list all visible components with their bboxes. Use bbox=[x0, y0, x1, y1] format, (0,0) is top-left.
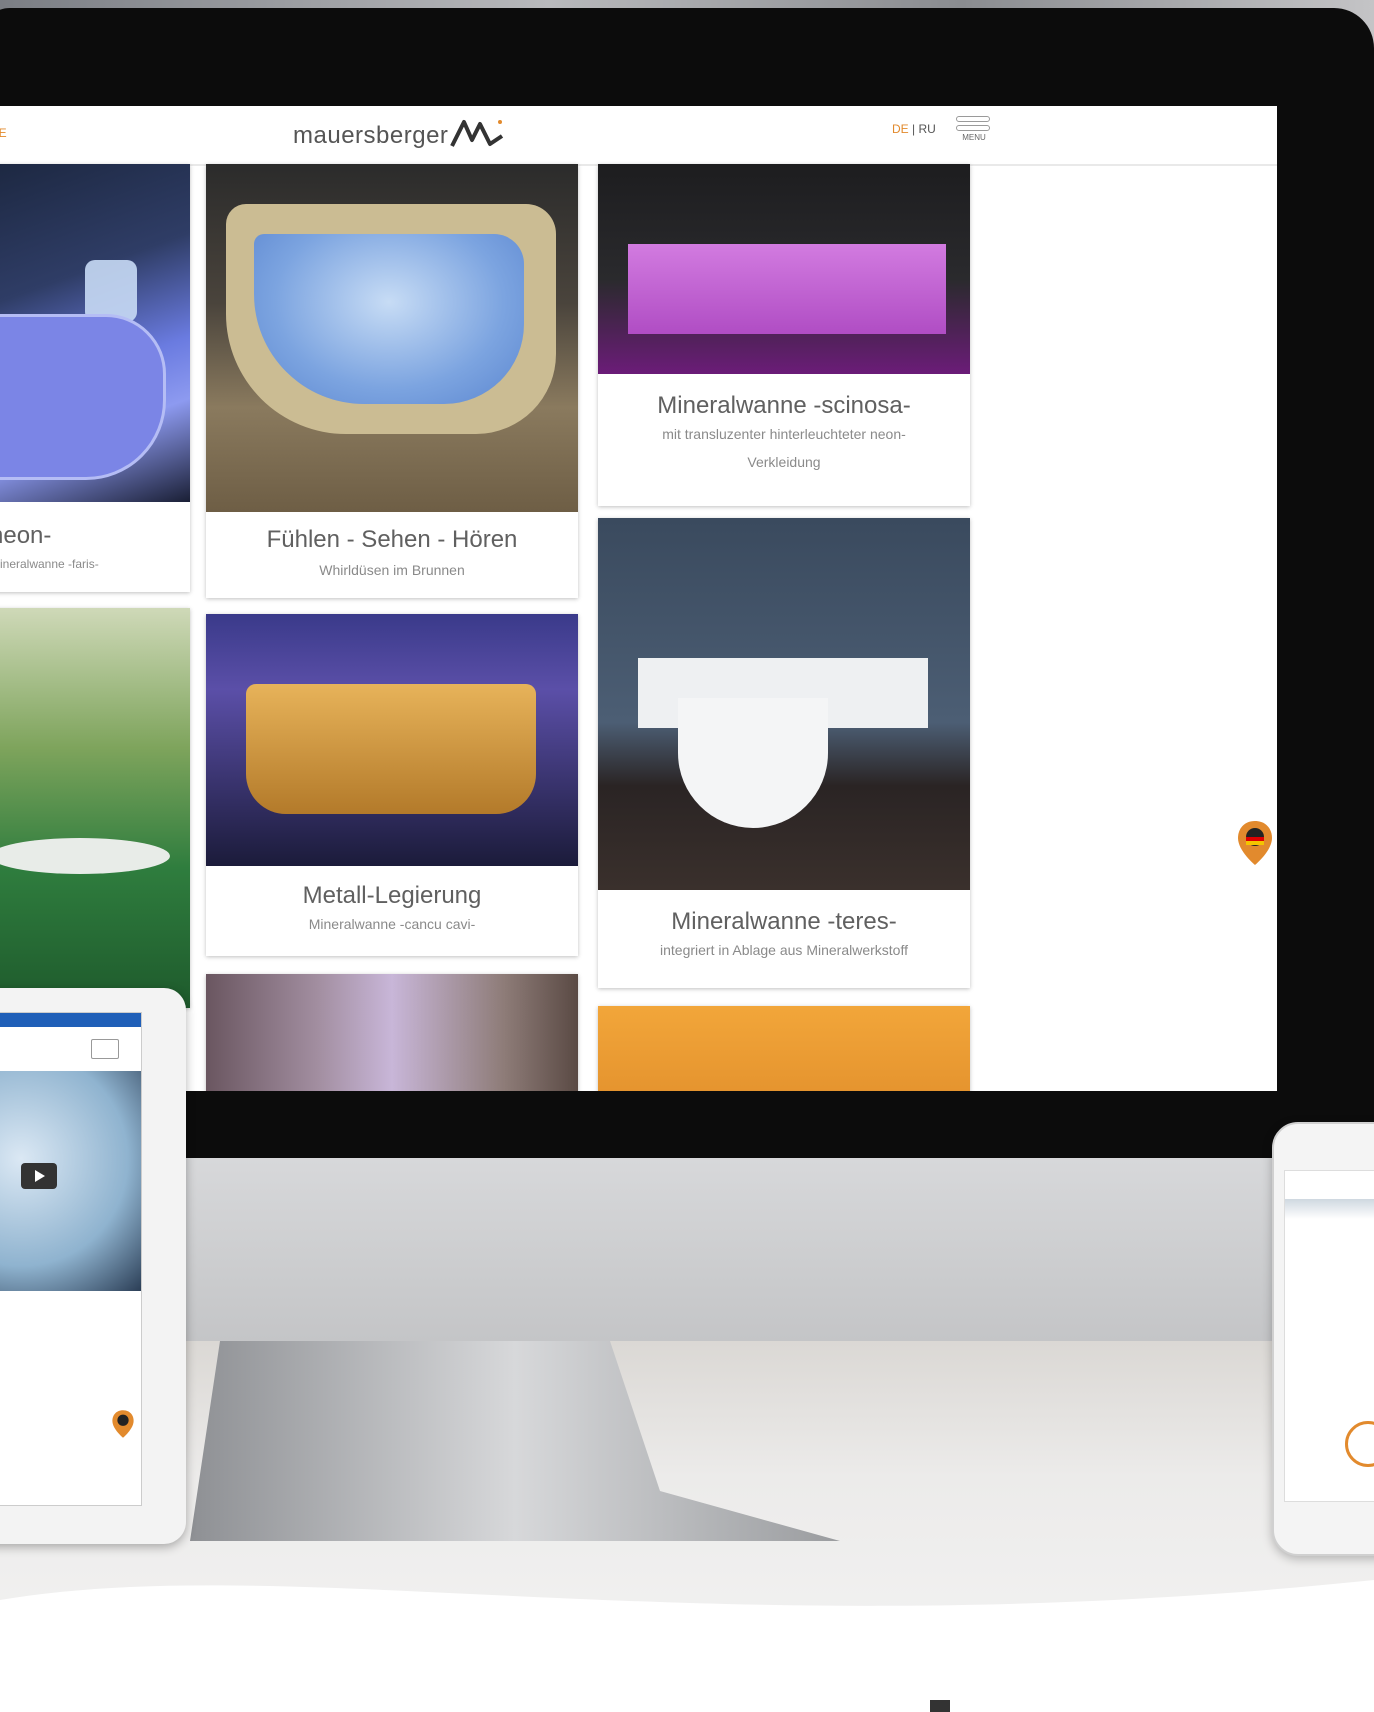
lang-link-left[interactable]: DE bbox=[0, 126, 7, 140]
location-pin-icon[interactable] bbox=[1236, 819, 1274, 867]
product-card-sunset[interactable] bbox=[598, 1006, 970, 1091]
monitor-chin bbox=[0, 1158, 1374, 1341]
tablet-menu-icon[interactable] bbox=[91, 1039, 119, 1059]
card-title: Mineralwanne -scinosa- bbox=[657, 392, 911, 419]
lang-separator: | bbox=[912, 122, 916, 136]
phone-banner bbox=[1285, 1199, 1374, 1219]
product-image-metall bbox=[206, 614, 578, 866]
tablet-header bbox=[0, 1027, 141, 1072]
product-image-teres bbox=[598, 518, 970, 890]
product-card-metall[interactable]: Metall-Legierung Mineralwanne -cancu cav… bbox=[206, 614, 578, 956]
card-title: neon- bbox=[0, 522, 52, 549]
phone-header bbox=[1285, 1171, 1374, 1200]
product-card-whirl[interactable]: Fühlen - Sehen - Hören Whirldüsen im Bru… bbox=[206, 164, 578, 598]
phone-screen bbox=[1284, 1170, 1374, 1502]
language-switch: DE | RU bbox=[892, 122, 936, 136]
product-image-jungle bbox=[0, 608, 190, 1008]
tablet-device bbox=[0, 988, 186, 1544]
website-screen: DE mauersberger DE | RU MENU n bbox=[0, 106, 1277, 1091]
location-pin-icon[interactable] bbox=[111, 1409, 135, 1439]
product-image-sunset bbox=[598, 1006, 970, 1091]
monitor: DE mauersberger DE | RU MENU n bbox=[0, 8, 1374, 1163]
menu-icon-bar bbox=[956, 125, 990, 131]
site-header: DE mauersberger DE | RU MENU bbox=[0, 106, 1277, 166]
card-subtitle: Whirldüsen im Brunnen bbox=[319, 562, 465, 578]
card-title: Fühlen - Sehen - Hören bbox=[266, 526, 518, 553]
product-card-teres[interactable]: Mineralwanne -teres- integriert in Ablag… bbox=[598, 518, 970, 988]
lang-ru-link[interactable]: RU bbox=[918, 122, 935, 136]
card-title: Mineralwanne -teres- bbox=[671, 908, 897, 935]
product-card-faris[interactable]: neon- Mineralwanne -faris- bbox=[0, 164, 190, 592]
product-card-jungle[interactable] bbox=[0, 608, 190, 1008]
tablet-screen bbox=[0, 1012, 142, 1506]
menu-label: MENU bbox=[962, 133, 986, 142]
product-image-scinosa bbox=[598, 164, 970, 374]
phone-device bbox=[1272, 1122, 1374, 1556]
product-card-scinosa[interactable]: Mineralwanne -scinosa- mit transluzenter… bbox=[598, 164, 970, 506]
tablet-video[interactable] bbox=[0, 1071, 141, 1291]
lang-de-link[interactable]: DE bbox=[892, 122, 909, 136]
card-title: Metall-Legierung bbox=[302, 882, 482, 909]
logo-mark-icon bbox=[450, 120, 504, 147]
phone-circle-icon bbox=[1345, 1421, 1374, 1467]
card-subtitle: integriert in Ablage aus Mineralwerkstof… bbox=[660, 942, 908, 958]
product-image-faris bbox=[0, 164, 190, 502]
card-subtitle: mit transluzenter hinterleuchteter neon-… bbox=[662, 426, 906, 470]
tablet-status-bar bbox=[0, 1013, 141, 1027]
monitor-stand bbox=[190, 1341, 840, 1541]
background-wave bbox=[0, 1580, 1374, 1712]
brand-logo-text[interactable]: mauersberger bbox=[293, 122, 448, 150]
menu-button[interactable]: MENU bbox=[956, 116, 992, 152]
card-subtitle: Mineralwanne -faris- bbox=[0, 557, 99, 571]
card-subtitle: Mineralwanne -cancu cavi- bbox=[308, 916, 476, 932]
product-image-whirl bbox=[206, 164, 578, 512]
play-icon[interactable] bbox=[21, 1163, 57, 1189]
product-image-partial bbox=[206, 974, 578, 1091]
product-card-partial[interactable] bbox=[206, 974, 578, 1091]
menu-icon bbox=[956, 116, 990, 122]
